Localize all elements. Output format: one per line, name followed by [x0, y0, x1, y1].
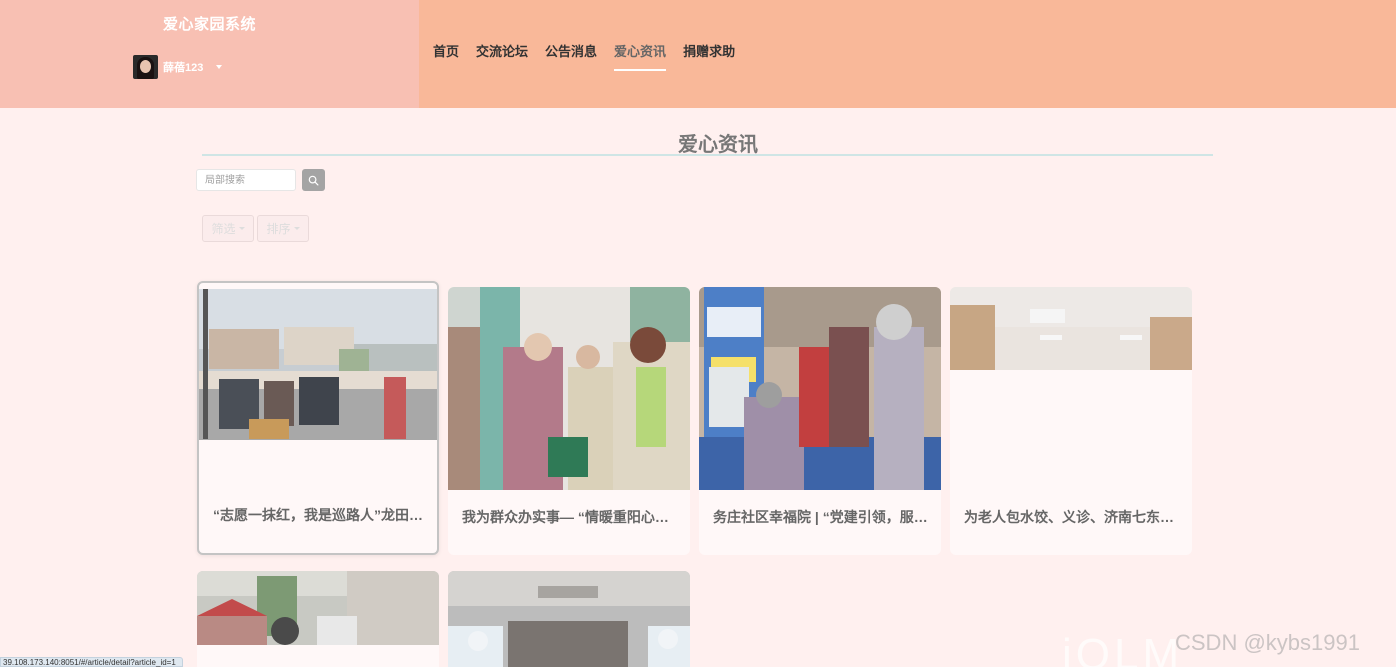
article-card[interactable]: 为老人包水饺、义诊、济南七东社区重阳节活动 — [950, 287, 1192, 555]
article-card[interactable] — [448, 571, 690, 667]
status-url: 39.108.173.140:8051/#/article/detail?art… — [0, 657, 183, 667]
username[interactable]: 薛蓓123 — [163, 59, 203, 75]
article-title[interactable]: 务庄社区幸福院 | “党建引领，服务为民” — [713, 507, 929, 527]
article-title[interactable]: 为老人包水饺、义诊、济南七东社区重阳节活动 — [964, 507, 1180, 527]
nav-donation[interactable]: 捐赠求助 — [683, 43, 735, 71]
filter-button[interactable]: 筛选 — [202, 215, 254, 242]
article-card[interactable]: 务庄社区幸福院 | “党建引领，服务为民” — [699, 287, 941, 555]
article-image — [950, 287, 1192, 370]
nav-home[interactable]: 首页 — [433, 43, 459, 71]
title-divider — [202, 154, 1213, 156]
brand-title: 爱心家园系统 — [163, 16, 257, 33]
search-input[interactable] — [196, 169, 296, 191]
chevron-down-icon[interactable] — [216, 65, 223, 69]
article-card[interactable] — [197, 571, 439, 667]
article-image — [699, 287, 941, 490]
nav-news[interactable]: 爱心资讯 — [614, 43, 667, 71]
user-menu[interactable]: 薛蓓123 — [133, 55, 223, 79]
article-image — [197, 571, 439, 645]
article-title[interactable]: “志愿一抹红，我是巡路人”龙田街道重阳节志愿活动 — [213, 505, 425, 525]
article-card[interactable]: 我为群众办实事— “情暖重阳心连心”敬老活动 — [448, 287, 690, 555]
chevron-down-icon — [293, 227, 300, 230]
avatar[interactable] — [133, 55, 158, 79]
sort-label: 排序 — [266, 222, 291, 236]
top-header: 爱心家园系统 薛蓓123 首页 交流论坛 公告消息 爱心资讯 捐赠求助 — [0, 0, 1396, 108]
search-icon — [308, 175, 319, 185]
article-title[interactable]: 我为群众办实事— “情暖重阳心连心”敬老活动 — [462, 507, 678, 527]
article-card[interactable]: “志愿一抹红，我是巡路人”龙田街道重阳节志愿活动 — [197, 281, 439, 555]
nav-forum[interactable]: 交流论坛 — [476, 43, 528, 71]
page-watermark-logo: iOLM — [1062, 630, 1184, 667]
article-image — [448, 287, 690, 490]
article-image — [199, 289, 437, 440]
article-image — [448, 571, 690, 667]
nav-announcements[interactable]: 公告消息 — [545, 43, 597, 71]
brand-block: 爱心家园系统 薛蓓123 — [0, 0, 419, 108]
watermark: CSDN @kybs1991 — [1175, 630, 1360, 655]
filter-label: 筛选 — [211, 222, 236, 236]
page-title: 爱心资讯 — [678, 134, 758, 156]
main-nav: 首页 交流论坛 公告消息 爱心资讯 捐赠求助 — [433, 43, 752, 71]
sort-button[interactable]: 排序 — [257, 215, 309, 242]
chevron-down-icon — [238, 227, 245, 230]
search-button[interactable] — [302, 169, 325, 191]
